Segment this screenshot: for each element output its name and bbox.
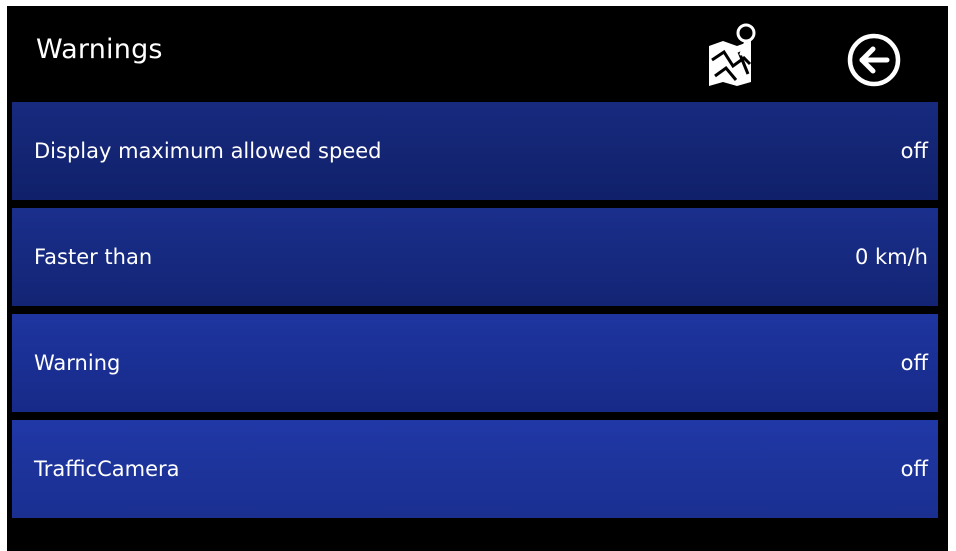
setting-label: Display maximum allowed speed xyxy=(34,139,382,163)
back-arrow-icon xyxy=(847,33,901,87)
header-bar: Warnings xyxy=(7,6,948,101)
setting-value: off xyxy=(900,351,928,375)
setting-value: 0 km/h xyxy=(854,245,928,269)
setting-row-warning[interactable]: Warning off xyxy=(12,314,938,412)
page-title: Warnings xyxy=(36,34,163,65)
setting-label: Faster than xyxy=(34,245,153,269)
warnings-screen: Warnings Display maximum allowed speed o… xyxy=(7,6,948,551)
setting-row-traffic-camera[interactable]: TrafficCamera off xyxy=(12,420,938,518)
setting-row-faster-than[interactable]: Faster than 0 km/h xyxy=(12,208,938,306)
setting-label: TrafficCamera xyxy=(34,457,180,481)
map-pin-icon[interactable] xyxy=(706,22,762,86)
setting-row-display-max-speed[interactable]: Display maximum allowed speed off xyxy=(12,102,938,200)
setting-value: off xyxy=(900,457,928,481)
settings-list: Display maximum allowed speed off Faster… xyxy=(12,102,938,526)
setting-label: Warning xyxy=(34,351,121,375)
back-button[interactable] xyxy=(845,31,903,89)
setting-value: off xyxy=(900,139,928,163)
